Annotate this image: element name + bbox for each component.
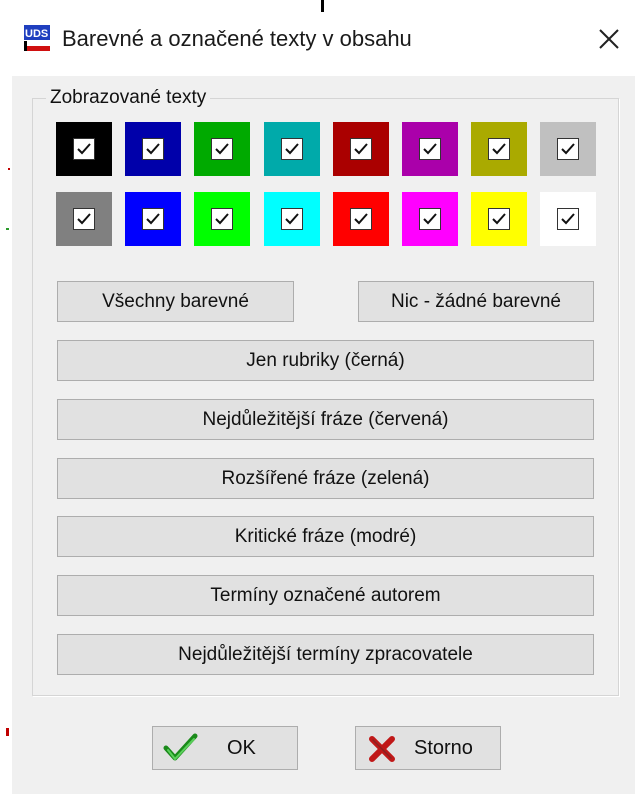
close-icon (599, 29, 619, 49)
checkmark-icon (163, 733, 199, 769)
critical-phrases-button[interactable]: Kritické fráze (modré) (57, 516, 594, 557)
checkbox-checked-icon (557, 208, 579, 230)
color-checkbox-dark-magenta[interactable] (402, 122, 458, 176)
x-icon (368, 735, 396, 769)
checkbox-checked-icon (488, 208, 510, 230)
checkbox-checked-icon (488, 138, 510, 160)
most-important-phrases-button[interactable]: Nejdůležitější fráze (červená) (57, 399, 594, 440)
dialog-client: Zobrazované texty Všechny barevné Nic - … (12, 76, 635, 794)
all-colored-button[interactable]: Všechny barevné (57, 281, 294, 322)
title-bar: UDS Barevné a označené texty v obsahu (12, 0, 635, 76)
color-checkbox-magenta[interactable] (402, 192, 458, 246)
group-label: Zobrazované texty (46, 86, 211, 110)
svg-text:UDS: UDS (25, 28, 48, 40)
app-logo-icon: UDS (23, 24, 51, 52)
color-checkbox-dark-yellow[interactable] (471, 122, 527, 176)
checkbox-checked-icon (281, 138, 303, 160)
color-checkbox-green[interactable] (194, 192, 250, 246)
color-checkbox-blue[interactable] (125, 192, 181, 246)
color-checkbox-cyan[interactable] (264, 192, 320, 246)
color-checkbox-dark-green[interactable] (194, 122, 250, 176)
color-checkbox-dark-blue[interactable] (125, 122, 181, 176)
none-colored-button[interactable]: Nic - žádné barevné (358, 281, 594, 322)
color-checkbox-dark-cyan[interactable] (264, 122, 320, 176)
color-checkbox-red[interactable] (333, 192, 389, 246)
ok-button[interactable]: OK (152, 726, 298, 770)
window-title: Barevné a označené texty v obsahu (62, 26, 412, 51)
dialog-window: UDS Barevné a označené texty v obsahu Zo… (0, 0, 635, 794)
author-terms-button[interactable]: Termíny označené autorem (57, 575, 594, 616)
checkbox-checked-icon (281, 208, 303, 230)
checkbox-checked-icon (142, 208, 164, 230)
extended-phrases-button[interactable]: Rozšířené fráze (zelená) (57, 458, 594, 499)
color-checkbox-black[interactable] (56, 122, 112, 176)
close-button[interactable] (589, 20, 629, 58)
cancel-button[interactable]: Storno (355, 726, 501, 770)
checkbox-checked-icon (350, 138, 372, 160)
checkbox-checked-icon (211, 138, 233, 160)
checkbox-checked-icon (419, 208, 441, 230)
headings-only-button[interactable]: Jen rubriky (černá) (57, 340, 594, 381)
checkbox-checked-icon (419, 138, 441, 160)
color-checkbox-dark-red[interactable] (333, 122, 389, 176)
checkbox-checked-icon (557, 138, 579, 160)
ok-label: OK (227, 736, 256, 759)
checkbox-checked-icon (73, 138, 95, 160)
color-checkbox-yellow[interactable] (471, 192, 527, 246)
processor-terms-button[interactable]: Nejdůležitější termíny zpracovatele (57, 634, 594, 675)
checkbox-checked-icon (350, 208, 372, 230)
color-checkbox-light-gray[interactable] (540, 122, 596, 176)
color-checkbox-white[interactable] (540, 192, 596, 246)
color-checkbox-dark-gray[interactable] (56, 192, 112, 246)
cancel-label: Storno (414, 736, 473, 759)
checkbox-checked-icon (142, 138, 164, 160)
checkbox-checked-icon (211, 208, 233, 230)
checkbox-checked-icon (73, 208, 95, 230)
